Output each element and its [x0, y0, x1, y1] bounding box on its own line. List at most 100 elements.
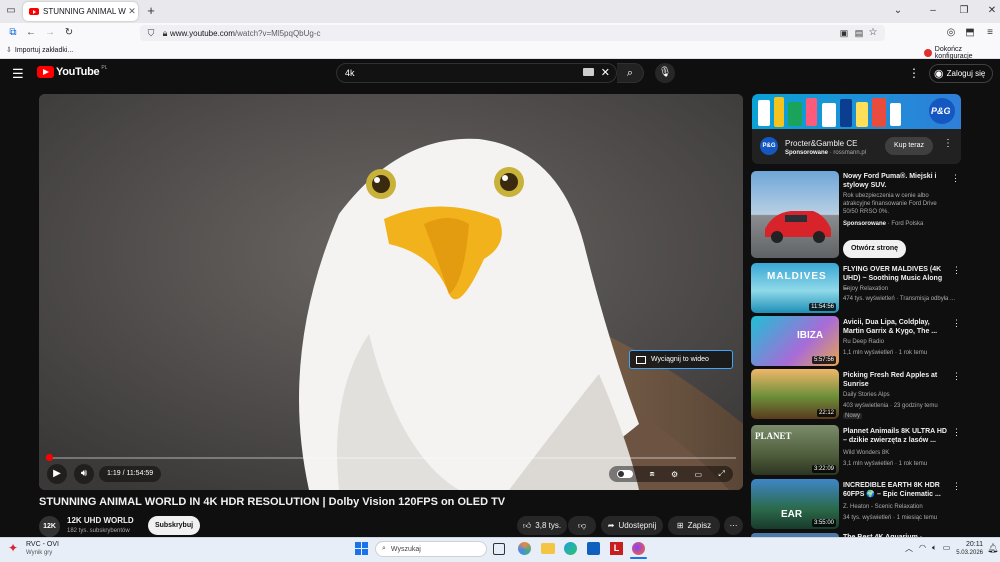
more-dots-icon[interactable]: ⋮	[952, 265, 961, 276]
ford-ad-menu-icon[interactable]: ⋮	[951, 173, 960, 184]
minimize-icon[interactable]: –	[925, 4, 941, 18]
back-icon[interactable]: ←	[23, 26, 39, 40]
volume-button[interactable]: 🔊︎	[74, 464, 94, 484]
open-site-button[interactable]: Otwórz stronę	[843, 240, 906, 258]
widget-title[interactable]: RVC - OVI	[26, 541, 59, 548]
recommended-video-3[interactable]: 22:12 Picking Fresh Red Apples at Sunris…	[751, 369, 961, 419]
share-icon: ➦	[607, 521, 615, 530]
fullscreen-icon[interactable]: ⤢	[718, 469, 724, 479]
tab-list-icon[interactable]: ▭	[3, 4, 19, 18]
video-meta: 3,1 mln wyświetleń · 1 rok temu	[843, 461, 928, 467]
recommended-video-4[interactable]: PLANET 3:22:09 Plannet Animails 8K ULTRA…	[751, 425, 961, 475]
active-app-indicator	[630, 557, 647, 559]
search-input[interactable]: 4k ✕	[336, 63, 617, 83]
keyboard-icon[interactable]	[583, 68, 594, 76]
store-icon[interactable]	[587, 542, 600, 555]
dislike-button[interactable]: 👎︎	[568, 516, 596, 535]
translate-icon[interactable]: ▣	[836, 26, 852, 40]
clock-time[interactable]: 20:11	[951, 541, 983, 548]
more-dots-icon[interactable]: ⋮	[952, 318, 961, 329]
task-view-icon[interactable]	[493, 543, 505, 555]
recommended-video-1[interactable]: MALDIVES 11:54:56 FLYING OVER MALDIVES (…	[751, 263, 961, 313]
progress-bar[interactable]	[46, 454, 736, 461]
taskbar-search[interactable]: ⌕ Wyszukaj	[375, 541, 487, 557]
settings-dots-icon[interactable]: ⋮	[908, 66, 920, 80]
channel-name[interactable]: 12K UHD WORLD	[67, 516, 134, 525]
more-dots-icon[interactable]: ⋮	[952, 481, 961, 492]
time-display: 1:19 / 11:54:59	[99, 466, 162, 482]
sidebar-toggle-icon[interactable]: ⧉	[5, 26, 21, 40]
play-icon: ▶	[53, 468, 61, 479]
reload-icon[interactable]: ↻	[61, 26, 77, 40]
search-button[interactable]: ⌕	[617, 63, 644, 83]
shop-now-button[interactable]: Kup teraz	[885, 137, 933, 155]
start-button[interactable]	[355, 542, 368, 555]
extensions-icon[interactable]: ⬒	[962, 26, 978, 40]
copilot-icon[interactable]	[518, 542, 531, 555]
channel-name: Enjoy Relaxation	[843, 286, 889, 292]
weather-widget-icon[interactable]: ✦	[8, 541, 22, 555]
notifications-icon[interactable]: 🔔︎	[987, 543, 998, 554]
subtitles-icon[interactable]: ⧈	[650, 469, 655, 479]
save-icon: ⊞	[676, 521, 684, 530]
wifi-icon: ◠	[919, 543, 926, 552]
maximize-icon[interactable]: ❐	[956, 4, 972, 18]
ford-ad-thumbnail[interactable]	[751, 171, 839, 258]
url-bar[interactable]: www.youtube.com/watch?v=Ml5pqQbUg-c	[140, 25, 885, 41]
more-dots-icon[interactable]: ⋮	[952, 427, 961, 438]
save-button[interactable]: ⊞ Zapisz	[668, 516, 720, 535]
account-icon[interactable]: ◎	[943, 26, 959, 40]
video-thumbnail: 22:12	[751, 369, 839, 419]
ford-ad-description: Rok ubezpieczenia w cenie albo atrakcyjn…	[843, 193, 937, 215]
close-tab-icon[interactable]: ✕	[126, 6, 138, 17]
video-thumbnail: MALDIVES 11:54:56	[751, 263, 839, 313]
new-tab-icon[interactable]: +	[143, 4, 159, 18]
forward-icon[interactable]: →	[42, 26, 58, 40]
recommended-video-5[interactable]: EAR 3:55:00 INCREDIBLE EARTH 8K HDR 60FP…	[751, 479, 961, 529]
video-player[interactable]: Wyciągnij to wideo ▶ 🔊︎ 1:19 / 11:54:59 …	[39, 94, 743, 490]
import-bookmarks-link[interactable]: ⇩ Importuj zakładki...	[6, 46, 73, 55]
ad-info-panel: P&G Procter&Gamble CE Sponsorowane · ros…	[752, 129, 961, 164]
play-button[interactable]: ▶	[47, 464, 67, 484]
file-explorer-icon[interactable]	[541, 543, 555, 554]
tab-overflow-icon[interactable]: ⌄	[890, 4, 906, 18]
share-button[interactable]: ➦ Udostępnij	[601, 516, 663, 535]
channel-name: Z. Heaton - Scenic Relaxation	[843, 504, 923, 510]
more-actions-button[interactable]: ⋯	[724, 516, 743, 535]
finish-config-link[interactable]: Dokończ konfiguracje	[924, 46, 1000, 60]
subscribe-button[interactable]: Subskrybuj	[148, 516, 200, 535]
settings-gear-icon[interactable]: ⚙	[671, 470, 678, 479]
lock-icon[interactable]: 🔒︎	[157, 26, 173, 40]
ford-ad-title[interactable]: Nowy Ford Puma®. Miejski i stylowy SUV.	[843, 172, 947, 190]
video-meta: 34 tys. wyświetleń · 1 miesiąc temu	[843, 515, 938, 521]
pip-icon	[636, 355, 646, 364]
clear-search-icon[interactable]: ✕	[601, 66, 610, 79]
ad-banner-image[interactable]: P&G	[752, 94, 961, 129]
voice-search-button[interactable]: 🎙︎	[655, 63, 675, 83]
firefox-taskbar-icon[interactable]	[632, 542, 645, 555]
more-dots-icon[interactable]: ⋮	[952, 371, 961, 382]
browser-tab[interactable]: STUNNING ANIMAL WORLD IN ✕	[23, 2, 138, 21]
firefox-icon	[924, 49, 932, 57]
youtube-logo[interactable]: YouTube PL	[37, 65, 107, 78]
miniplayer-icon[interactable]: ▭	[694, 470, 702, 479]
more-dots-icon: ⋯	[729, 521, 738, 530]
ad-menu-dots-icon[interactable]: ⋮	[943, 138, 953, 149]
system-tray[interactable]: ︿ ◠ 🔈︎ ▭	[905, 543, 950, 554]
close-window-icon[interactable]: ✕	[984, 4, 1000, 18]
channel-name: Wild Wonders 8K	[843, 450, 890, 456]
volume-icon: 🔊︎	[80, 468, 88, 479]
menu-icon[interactable]: ≡	[982, 26, 998, 40]
autoplay-toggle[interactable]	[617, 470, 634, 478]
like-button[interactable]: 👍︎ 3,8 tys.	[517, 516, 567, 535]
hamburger-menu-icon[interactable]: ☰	[12, 66, 24, 82]
signin-button[interactable]: ◉ Zaloguj się	[929, 64, 993, 83]
recommended-video-2[interactable]: IBIZA 5:57:56 Avicii, Dua Lipa, Coldplay…	[751, 316, 961, 366]
user-circle-icon: ◉	[934, 68, 944, 80]
bookmark-star-icon[interactable]: ☆	[865, 26, 881, 40]
search-icon: ⌕	[626, 67, 634, 79]
channel-avatar[interactable]: 12K	[39, 516, 60, 537]
app-l-icon[interactable]: L	[610, 542, 623, 555]
pip-button[interactable]: Wyciągnij to wideo	[629, 350, 733, 369]
edge-icon[interactable]	[564, 542, 577, 555]
